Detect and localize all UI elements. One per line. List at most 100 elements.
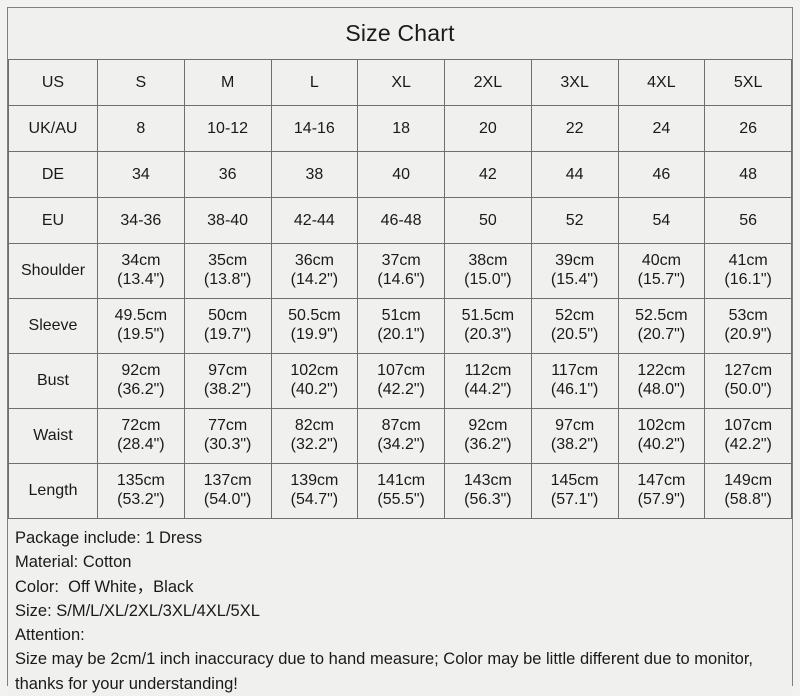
cell-length-xl: 141cm (55.5") [357, 463, 445, 519]
size-header-cell-3xl: 3XL [530, 59, 619, 106]
size-header-cell-m: M [183, 59, 272, 106]
cell-bust-s: 92cm (36.2") [97, 353, 185, 409]
cell-length-5xl: 149cm (58.8") [704, 463, 792, 519]
page-title-text: Size Chart [345, 20, 455, 46]
cell-value-cm: 72cm [121, 417, 161, 435]
cell-ukau-xl: 18 [357, 105, 445, 152]
cell-bust-xl: 107cm (42.2") [357, 353, 445, 409]
cell-value-inch: (19.7") [203, 326, 252, 343]
cell-value-inch: (19.5") [117, 326, 165, 343]
table-row-de: DE 34 36 38 40 42 44 46 48 [8, 151, 792, 198]
cell-shoulder-3xl: 39cm (15.4") [530, 243, 619, 299]
cell-waist-4xl: 102cm (40.2") [617, 408, 706, 464]
cell-value-cm: 41cm [728, 252, 768, 270]
cell-ukau-2xl: 20 [444, 105, 532, 152]
table-row-bust: Bust 92cm (36.2") 97cm (38.2") 102cm (40.2"… [8, 353, 792, 409]
cell-value-inch: (57.1") [550, 491, 599, 508]
cell-sleeve-3xl: 52cm (20.5") [530, 298, 619, 354]
size-header-cell-4xl: 4XL [617, 59, 706, 106]
cell-de-s: 34 [97, 151, 185, 198]
cell-waist-3xl: 97cm (38.2") [530, 408, 619, 464]
table-row-waist: Waist 72cm (28.4") 77cm (30.3") 82cm (32.2"… [8, 408, 792, 464]
cell-length-3xl: 145cm (57.1") [530, 463, 619, 519]
cell-value-inch: (28.4") [117, 436, 165, 453]
cell-de-2xl: 42 [444, 151, 532, 198]
row-label-bust: Bust [8, 353, 98, 409]
cell-value-cm: 137cm [203, 472, 252, 490]
cell-eu-xl: 46-48 [357, 197, 445, 244]
table-row-eu: EU 34-36 38-40 42-44 46-48 50 52 54 56 [8, 197, 792, 244]
cell-value-cm: 102cm [290, 362, 339, 380]
cell-value-inch: (56.3") [464, 491, 512, 508]
cell-length-l: 139cm (54.7") [270, 463, 359, 519]
cell-length-4xl: 147cm (57.9") [617, 463, 706, 519]
cell-length-s: 135cm (53.2") [97, 463, 185, 519]
cell-bust-4xl: 122cm (48.0") [617, 353, 706, 409]
cell-value-inch: (54.0") [203, 491, 252, 508]
cell-bust-l: 102cm (40.2") [270, 353, 359, 409]
cell-value-cm: 107cm [724, 417, 773, 435]
cell-value-inch: (32.2") [290, 436, 339, 453]
cell-sleeve-5xl: 53cm (20.9") [704, 298, 792, 354]
cell-value-cm: 82cm [294, 417, 334, 435]
cell-bust-2xl: 112cm (44.2") [444, 353, 532, 409]
cell-value-cm: 38cm [468, 252, 508, 270]
cell-value-cm: 149cm [724, 472, 773, 490]
cell-value-inch: (54.7") [290, 491, 339, 508]
cell-waist-xl: 87cm (34.2") [357, 408, 445, 464]
row-label-sleeve: Sleeve [8, 298, 98, 354]
cell-value-cm: 102cm [637, 417, 686, 435]
cell-value-inch: (20.9") [724, 326, 772, 343]
table-row-length: Length 135cm (53.2") 137cm (54.0") 139cm (5… [8, 463, 792, 519]
cell-waist-s: 72cm (28.4") [97, 408, 185, 464]
size-header-cell-xl: XL [357, 59, 445, 106]
cell-value-inch: (15.0") [464, 271, 512, 288]
cell-ukau-l: 14-16 [270, 105, 359, 152]
cell-value-cm: 50cm [208, 307, 248, 325]
cell-value-cm: 127cm [724, 362, 773, 380]
footer-line-attention-label: Attention: [15, 626, 85, 644]
cell-value-inch: (19.9") [290, 326, 339, 343]
cell-value-cm: 39cm [555, 252, 595, 270]
cell-eu-m: 38-40 [183, 197, 272, 244]
cell-bust-5xl: 127cm (50.0") [704, 353, 792, 409]
size-chart-container: Size Chart US S M L XL 2XL 3XL 4XL 5XL U… [7, 7, 793, 696]
cell-sleeve-s: 49.5cm (19.5") [97, 298, 185, 354]
footer-line-attention-text: Size may be 2cm/1 inch inaccuracy due to… [15, 650, 753, 693]
cell-eu-l: 42-44 [270, 197, 359, 244]
cell-value-inch: (38.2") [550, 436, 599, 453]
cell-ukau-3xl: 22 [530, 105, 619, 152]
row-label-eu: EU [8, 197, 98, 244]
cell-value-cm: 36cm [294, 252, 334, 270]
cell-de-l: 38 [270, 151, 359, 198]
cell-sleeve-l: 50.5cm (19.9") [270, 298, 359, 354]
cell-eu-3xl: 52 [530, 197, 619, 244]
cell-value-cm: 40cm [641, 252, 681, 270]
row-label-ukau: UK/AU [8, 105, 98, 152]
cell-waist-l: 82cm (32.2") [270, 408, 359, 464]
size-header-cell-l: L [270, 59, 359, 106]
cell-value-cm: 49.5cm [114, 307, 168, 325]
cell-value-inch: (15.7") [637, 271, 686, 288]
cell-eu-4xl: 54 [617, 197, 706, 244]
cell-value-inch: (20.5") [550, 326, 599, 343]
cell-ukau-m: 10-12 [183, 105, 272, 152]
cell-value-cm: 117cm [551, 362, 599, 380]
row-label-us: US [8, 59, 98, 106]
size-chart-table: US S M L XL 2XL 3XL 4XL 5XL UK/AU 8 10-1… [8, 59, 792, 519]
cell-length-m: 137cm (54.0") [183, 463, 272, 519]
cell-value-inch: (14.2") [290, 271, 339, 288]
cell-value-inch: (14.6") [377, 271, 425, 288]
cell-value-cm: 87cm [381, 417, 421, 435]
cell-value-inch: (58.8") [724, 491, 772, 508]
footer-line-size: Size: S/M/L/XL/2XL/3XL/4XL/5XL [15, 601, 260, 620]
cell-value-cm: 37cm [381, 252, 421, 270]
table-row-size-header: US S M L XL 2XL 3XL 4XL 5XL [8, 59, 792, 106]
cell-value-inch: (30.3") [203, 436, 252, 453]
footer-line-package: Package include: 1 Dress [15, 529, 203, 547]
cell-sleeve-4xl: 52.5cm (20.7") [617, 298, 706, 354]
cell-value-cm: 34cm [121, 252, 161, 270]
cell-value-cm: 97cm [208, 362, 248, 380]
cell-value-cm: 145cm [550, 472, 599, 490]
cell-value-cm: 92cm [121, 362, 161, 380]
